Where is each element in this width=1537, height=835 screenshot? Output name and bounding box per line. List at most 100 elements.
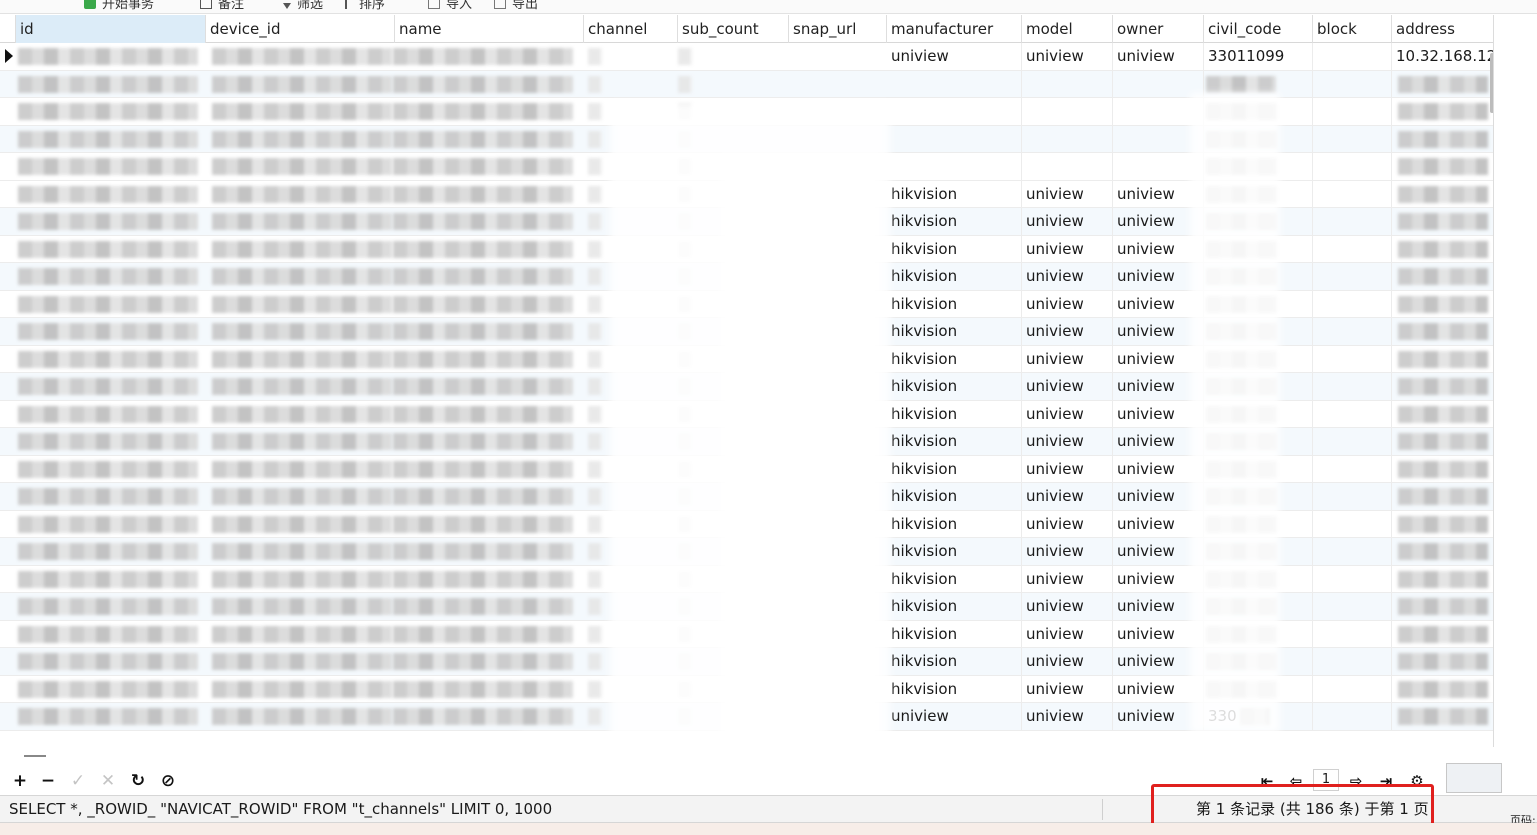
cell-manufacturer[interactable]: hikvision — [887, 400, 1022, 428]
cell-manufacturer[interactable] — [887, 125, 1022, 153]
cell-model[interactable]: uniview — [1022, 235, 1113, 263]
cell-manufacturer[interactable] — [887, 70, 1022, 98]
cell-manufacturer[interactable]: hikvision — [887, 620, 1022, 648]
cell-block[interactable] — [1313, 318, 1392, 345]
cell-block[interactable] — [1313, 180, 1392, 208]
cell-model[interactable] — [1022, 70, 1113, 98]
filter-button[interactable]: 筛选 — [283, 0, 323, 12]
refresh-button[interactable]: ↻ — [128, 771, 148, 791]
cell-manufacturer[interactable]: hikvision — [887, 318, 1022, 345]
cell-block[interactable] — [1313, 153, 1392, 180]
cell-manufacturer[interactable]: hikvision — [887, 428, 1022, 455]
cell-model[interactable]: uniview — [1022, 620, 1113, 648]
cell-model[interactable]: uniview — [1022, 318, 1113, 345]
cell-model[interactable] — [1022, 153, 1113, 180]
cell-manufacturer[interactable]: hikvision — [887, 565, 1022, 593]
cell-manufacturer[interactable]: hikvision — [887, 483, 1022, 510]
table-row[interactable]: uniview uniview uniview 33011099 10.32.168.1… — [0, 43, 1493, 71]
cell-manufacturer[interactable]: hikvision — [887, 510, 1022, 538]
cell-model[interactable]: uniview — [1022, 428, 1113, 455]
column-header-sub-count[interactable]: sub_count — [678, 15, 789, 43]
cell-model[interactable] — [1022, 125, 1113, 153]
delete-record-button[interactable]: − — [38, 771, 58, 791]
cell-manufacturer[interactable] — [887, 153, 1022, 180]
cell-block[interactable] — [1313, 263, 1392, 290]
import-button[interactable]: 导入 — [428, 0, 472, 12]
cell-manufacturer[interactable]: hikvision — [887, 675, 1022, 703]
column-header-block[interactable]: block — [1313, 15, 1392, 43]
cell-model[interactable]: uniview — [1022, 648, 1113, 675]
column-header-name[interactable]: name — [395, 15, 584, 43]
cell-manufacturer[interactable] — [887, 98, 1022, 125]
cell-block[interactable] — [1313, 565, 1392, 593]
begin-transaction-button[interactable]: 开始事务 — [84, 0, 154, 12]
cell-manufacturer[interactable]: hikvision — [887, 235, 1022, 263]
cell-model[interactable]: uniview — [1022, 455, 1113, 483]
cell-manufacturer[interactable]: hikvision — [887, 538, 1022, 565]
stop-button[interactable]: ⊘ — [158, 771, 178, 791]
cell-model[interactable]: uniview — [1022, 703, 1113, 730]
column-header-model[interactable]: model — [1022, 15, 1113, 43]
cell-model[interactable]: uniview — [1022, 400, 1113, 428]
cell-manufacturer[interactable]: hikvision — [887, 373, 1022, 400]
cell-model[interactable]: uniview — [1022, 483, 1113, 510]
cell-manufacturer[interactable]: hikvision — [887, 593, 1022, 620]
cell-manufacturer[interactable]: uniview — [887, 43, 1022, 70]
cell-manufacturer[interactable]: hikvision — [887, 180, 1022, 208]
cell-address[interactable]: 10.32.168.12 — [1392, 43, 1493, 70]
cell-block[interactable] — [1313, 483, 1392, 510]
cell-civil-code[interactable]: 33011099 — [1204, 43, 1313, 70]
cell-block[interactable] — [1313, 510, 1392, 538]
cell-manufacturer[interactable]: hikvision — [887, 208, 1022, 235]
cell-manufacturer[interactable]: hikvision — [887, 290, 1022, 318]
cell-manufacturer[interactable]: hikvision — [887, 648, 1022, 675]
vertical-scrollbar[interactable] — [1490, 53, 1493, 113]
cell-block[interactable] — [1313, 675, 1392, 703]
cell-model[interactable]: uniview — [1022, 510, 1113, 538]
cell-model[interactable]: uniview — [1022, 180, 1113, 208]
cell-block[interactable] — [1313, 428, 1392, 455]
cell-block[interactable] — [1313, 703, 1392, 730]
cell-block[interactable] — [1313, 648, 1392, 675]
cell-manufacturer[interactable]: hikvision — [887, 263, 1022, 290]
cell-block[interactable] — [1313, 400, 1392, 428]
column-header-address[interactable]: address — [1392, 15, 1493, 43]
cell-block[interactable] — [1313, 125, 1392, 153]
apply-changes-button[interactable]: ✓ — [68, 771, 88, 791]
cell-block[interactable] — [1313, 235, 1392, 263]
cell-manufacturer[interactable]: uniview — [887, 703, 1022, 730]
view-toggle-button[interactable] — [1446, 763, 1502, 793]
sort-button[interactable]: 排序 — [345, 0, 385, 12]
cell-model[interactable]: uniview — [1022, 263, 1113, 290]
discard-changes-button[interactable]: ✕ — [98, 771, 118, 791]
cell-model[interactable]: uniview — [1022, 565, 1113, 593]
column-header-owner[interactable]: owner — [1113, 15, 1204, 43]
cell-owner[interactable]: uniview — [1113, 43, 1204, 70]
cell-block[interactable] — [1313, 345, 1392, 373]
cell-block[interactable] — [1313, 538, 1392, 565]
cell-block[interactable] — [1313, 373, 1392, 400]
cell-block[interactable] — [1313, 455, 1392, 483]
memo-button[interactable]: 备注 — [200, 0, 244, 12]
cell-model[interactable]: uniview — [1022, 345, 1113, 373]
column-header-channel[interactable]: channel — [584, 15, 678, 43]
cell-model[interactable]: uniview — [1022, 593, 1113, 620]
cell-manufacturer[interactable]: hikvision — [887, 345, 1022, 373]
cell-model[interactable]: uniview — [1022, 208, 1113, 235]
cell-block[interactable] — [1313, 98, 1392, 125]
cell-model[interactable]: uniview — [1022, 373, 1113, 400]
cell-model[interactable]: uniview — [1022, 290, 1113, 318]
column-header-id[interactable]: id — [16, 15, 206, 43]
cell-block[interactable] — [1313, 208, 1392, 235]
cell-block[interactable] — [1313, 593, 1392, 620]
column-header-manufacturer[interactable]: manufacturer — [887, 15, 1022, 43]
export-button[interactable]: 导出 — [494, 0, 538, 12]
column-header-device-id[interactable]: device_id — [206, 15, 395, 43]
cell-model[interactable]: uniview — [1022, 43, 1113, 70]
resize-grip[interactable] — [24, 755, 46, 757]
cell-manufacturer[interactable]: hikvision — [887, 455, 1022, 483]
cell-block[interactable] — [1313, 620, 1392, 648]
cell-block[interactable] — [1313, 43, 1392, 70]
column-header-civil-code[interactable]: civil_code — [1204, 15, 1313, 43]
cell-block[interactable] — [1313, 290, 1392, 318]
